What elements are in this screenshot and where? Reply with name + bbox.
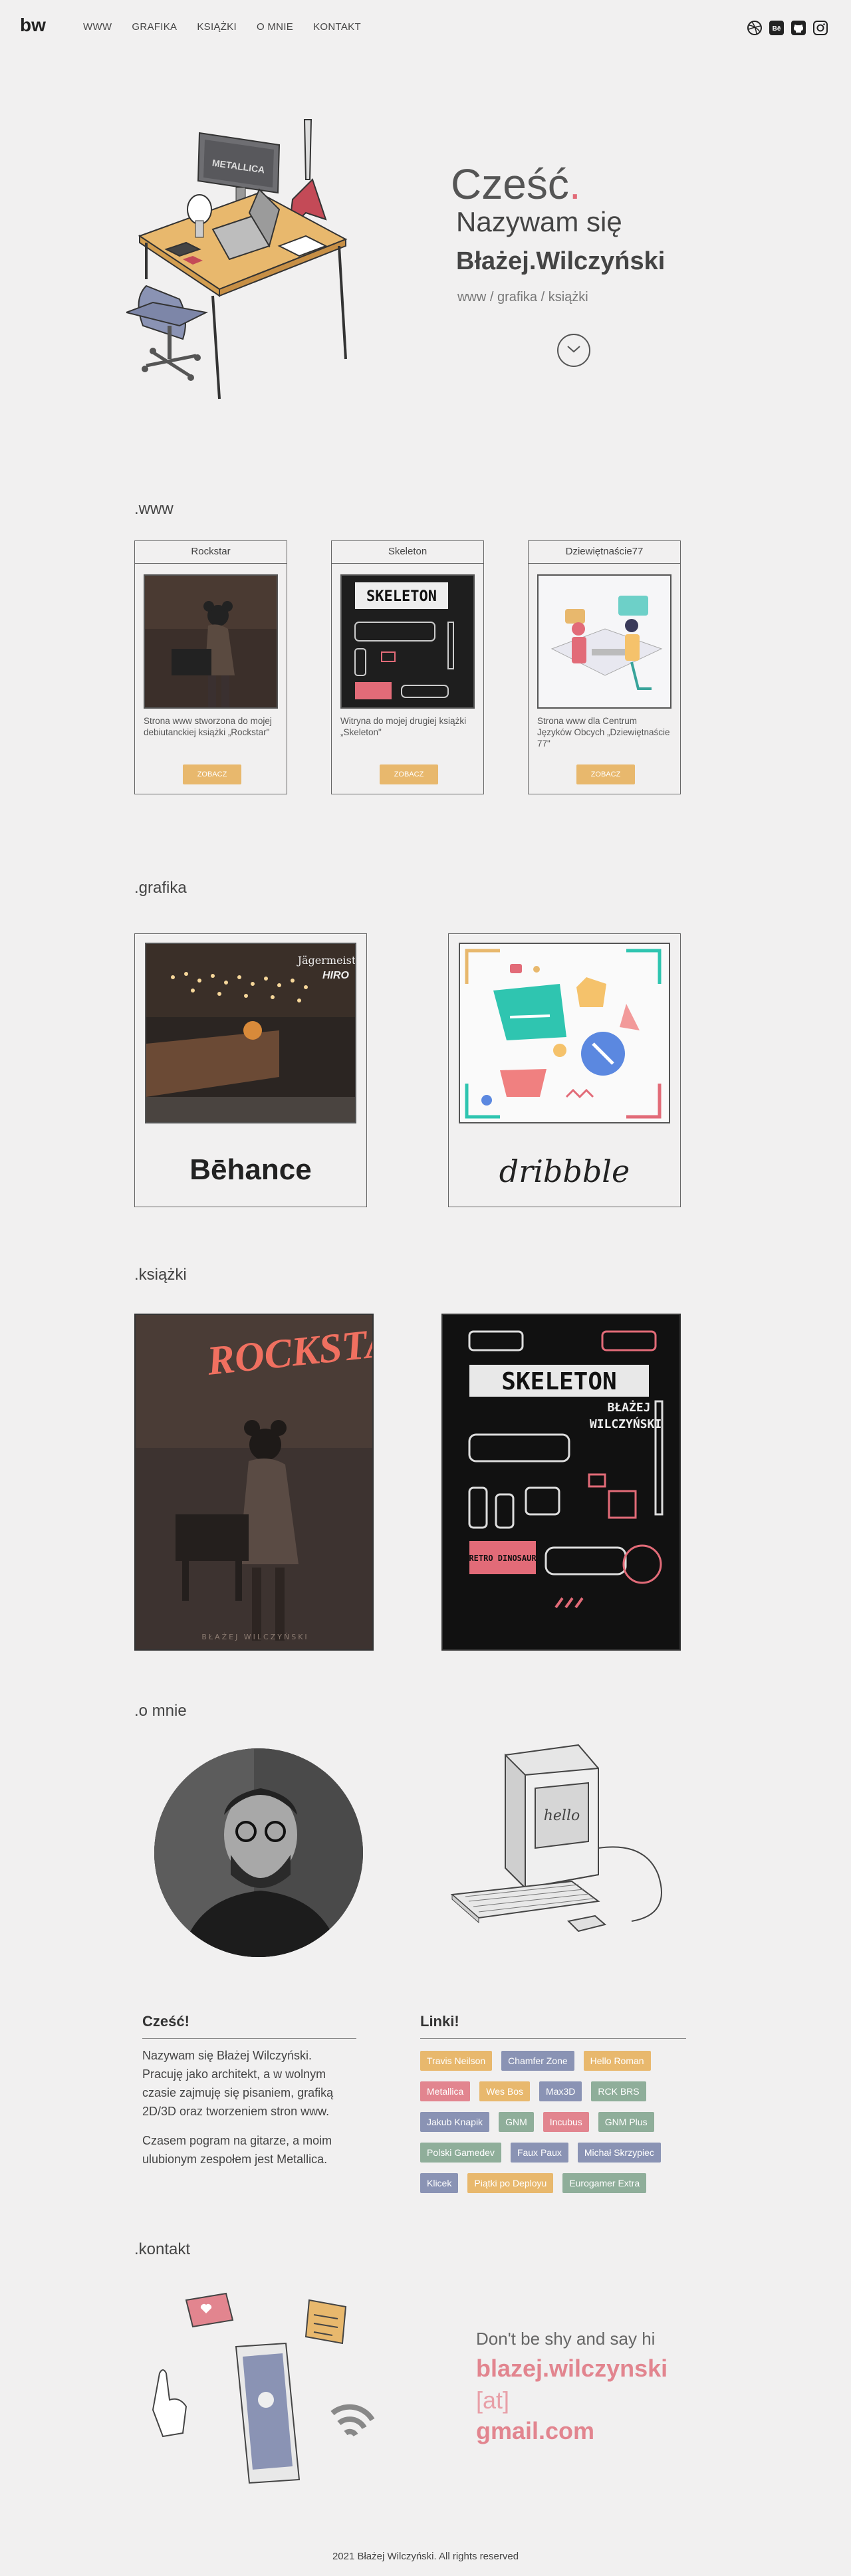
project-card-dziewietnascie77: Dziewiętnaście77 Strona www dla Centrum … bbox=[528, 540, 681, 794]
links-heading: Linki! bbox=[420, 2013, 459, 2030]
rockstar-thumbnail[interactable] bbox=[144, 574, 278, 709]
hero-subtitle: Nazywam się bbox=[456, 206, 622, 237]
link-tag[interactable]: Eurogamer Extra bbox=[562, 2173, 647, 2193]
link-tag[interactable]: GNM Plus bbox=[598, 2112, 654, 2132]
section-title-grafika: .grafika bbox=[134, 879, 187, 897]
contact-email-at: [at] bbox=[476, 2387, 510, 2414]
hero-tags: www / grafika / książki bbox=[457, 290, 588, 304]
link-tag[interactable]: Jakub Knapik bbox=[420, 2112, 490, 2132]
section-title-o-mnie: .o mnie bbox=[134, 1702, 187, 1720]
bar-sign-jagermeister: Jägermeister bbox=[297, 954, 356, 967]
zobacz-button[interactable]: ZOBACZ bbox=[380, 764, 438, 784]
dribbble-logo: dribbble bbox=[499, 1153, 630, 1189]
computer-screen-text: hello bbox=[544, 1808, 580, 1824]
github-icon[interactable] bbox=[790, 20, 806, 36]
hero-greeting: Cześć. bbox=[451, 160, 581, 209]
rockstar-cover-author: BŁAŻEJ WILCZYŃSKI bbox=[201, 1633, 308, 1641]
footer-copyright: 2021 Błażej Wilczyński. All rights reser… bbox=[332, 2551, 519, 2562]
zobacz-button[interactable]: ZOBACZ bbox=[576, 764, 635, 784]
bar-sign-hiro: HIRO bbox=[322, 970, 350, 981]
section-title-ksiazki: .książki bbox=[134, 1266, 187, 1284]
book-cover-skeleton[interactable]: SKELETON BŁAŻEJ WILCZYŃSKI RETRO DINOSAU… bbox=[441, 1314, 681, 1651]
card-description: Witryna do mojej drugiej książki „Skelet… bbox=[340, 716, 467, 737]
link-tag[interactable]: Travis Neilson bbox=[420, 2051, 493, 2071]
link-tag[interactable]: GNM bbox=[499, 2112, 534, 2132]
hero-name: Błażej.Wilczyński bbox=[456, 247, 666, 275]
behance-card[interactable]: Jägermeister HIRO Bēhance bbox=[134, 933, 367, 1207]
shapes-thumbnail bbox=[459, 943, 670, 1123]
about-heading: Cześć! bbox=[142, 2013, 189, 2030]
hero-greeting-dot: . bbox=[568, 160, 581, 208]
dribbble-card[interactable]: dribbble bbox=[448, 933, 681, 1207]
card-title: Rockstar bbox=[135, 541, 287, 564]
skeleton-cover-author-2: WILCZYŃSKI bbox=[590, 1417, 662, 1431]
instagram-icon[interactable] bbox=[812, 20, 828, 36]
skeleton-cover-author-1: BŁAŻEJ bbox=[607, 1400, 650, 1415]
card-description: Strona www stworzona do mojej debiutanck… bbox=[144, 716, 272, 737]
link-tag[interactable]: Wes Bos bbox=[479, 2081, 531, 2101]
link-tag[interactable]: RCK BRS bbox=[591, 2081, 646, 2101]
bar-interior-thumbnail: Jägermeister HIRO bbox=[145, 943, 356, 1123]
about-divider bbox=[142, 2038, 356, 2039]
behance-icon[interactable]: Bē bbox=[769, 20, 785, 36]
svg-text:SKELETON: SKELETON bbox=[366, 588, 437, 605]
book-cover-rockstar[interactable]: ROCKSTAR BŁAŻEJ WILCZYŃSKI bbox=[134, 1314, 374, 1651]
main-menu: WWW GRAFIKA KSIĄŻKI O MNIE KONTAKT bbox=[83, 21, 361, 33]
skeleton-thumbnail[interactable]: SKELETON bbox=[340, 574, 475, 709]
hero-greeting-text: Cześć bbox=[451, 160, 569, 208]
zobacz-button[interactable]: ZOBACZ bbox=[183, 764, 241, 784]
card-description: Strona www dla Centrum Języków Obcych „D… bbox=[537, 716, 670, 749]
contact-illustration bbox=[140, 2287, 406, 2493]
retro-computer-illustration: hello bbox=[432, 1742, 678, 1968]
nav-item-grafika[interactable]: GRAFIKA bbox=[132, 21, 177, 33]
scroll-down-button[interactable] bbox=[557, 334, 590, 367]
links-tag-list: Travis Neilson Chamfer Zone Hello Roman Met… bbox=[420, 2051, 694, 2193]
link-tag[interactable]: Incubus bbox=[543, 2112, 589, 2132]
project-card-skeleton: Skeleton SKELETON Witryna do mojej drugi… bbox=[331, 540, 484, 794]
link-tag[interactable]: Michał Skrzypiec bbox=[577, 2143, 661, 2163]
top-navbar: bw WWW GRAFIKA KSIĄŻKI O MNIE KONTAKT Bē bbox=[0, 0, 851, 53]
dribbble-icon[interactable] bbox=[747, 20, 763, 36]
links-divider bbox=[420, 2038, 686, 2039]
section-title-www: .www bbox=[134, 500, 174, 518]
nav-item-kontakt[interactable]: KONTAKT bbox=[313, 21, 361, 33]
link-tag[interactable]: Piątki po Deployu bbox=[467, 2173, 554, 2193]
contact-intro: Don't be shy and say hi bbox=[476, 2329, 656, 2349]
hero-illustration: METALLICA bbox=[124, 113, 352, 406]
nav-item-ksiazki[interactable]: KSIĄŻKI bbox=[197, 21, 237, 33]
about-paragraph-1: Nazywam się Błażej Wilczyński. Pracuję j… bbox=[142, 2049, 334, 2118]
author-photo bbox=[154, 1748, 363, 1957]
chevron-down-icon bbox=[566, 344, 581, 357]
skeleton-cover-title: SKELETON bbox=[501, 1368, 616, 1395]
link-tag[interactable]: Faux Paux bbox=[510, 2143, 568, 2163]
svg-text:Bē: Bē bbox=[773, 25, 781, 33]
dziewietnascie77-thumbnail[interactable] bbox=[537, 574, 671, 709]
link-tag[interactable]: Chamfer Zone bbox=[501, 2051, 574, 2071]
link-tag[interactable]: Hello Roman bbox=[583, 2051, 651, 2071]
card-title: Skeleton bbox=[332, 541, 483, 564]
link-tag[interactable]: Polski Gamedev bbox=[420, 2143, 501, 2163]
behance-logo: Bēhance bbox=[189, 1153, 312, 1186]
nav-item-www[interactable]: WWW bbox=[83, 21, 112, 33]
about-paragraph-2: Czasem pogram na gitarze, a moim ulubion… bbox=[142, 2134, 332, 2166]
section-title-kontakt: .kontakt bbox=[134, 2240, 191, 2258]
social-links: Bē bbox=[747, 20, 828, 36]
nav-item-o-mnie[interactable]: O MNIE bbox=[257, 21, 293, 33]
site-logo[interactable]: bw bbox=[20, 15, 46, 36]
link-tag[interactable]: Klicek bbox=[420, 2173, 459, 2193]
skeleton-cover-sticker: RETRO DINOSAUR bbox=[469, 1554, 537, 1563]
link-tag[interactable]: Metallica bbox=[420, 2081, 471, 2101]
project-card-rockstar: Rockstar Strona www stworzona do mojej d… bbox=[134, 540, 287, 794]
contact-email-user[interactable]: blazej.wilczynski bbox=[476, 2355, 668, 2383]
card-title: Dziewiętnaście77 bbox=[529, 541, 680, 564]
contact-email-domain[interactable]: gmail.com bbox=[476, 2417, 594, 2445]
link-tag[interactable]: Max3D bbox=[539, 2081, 582, 2101]
